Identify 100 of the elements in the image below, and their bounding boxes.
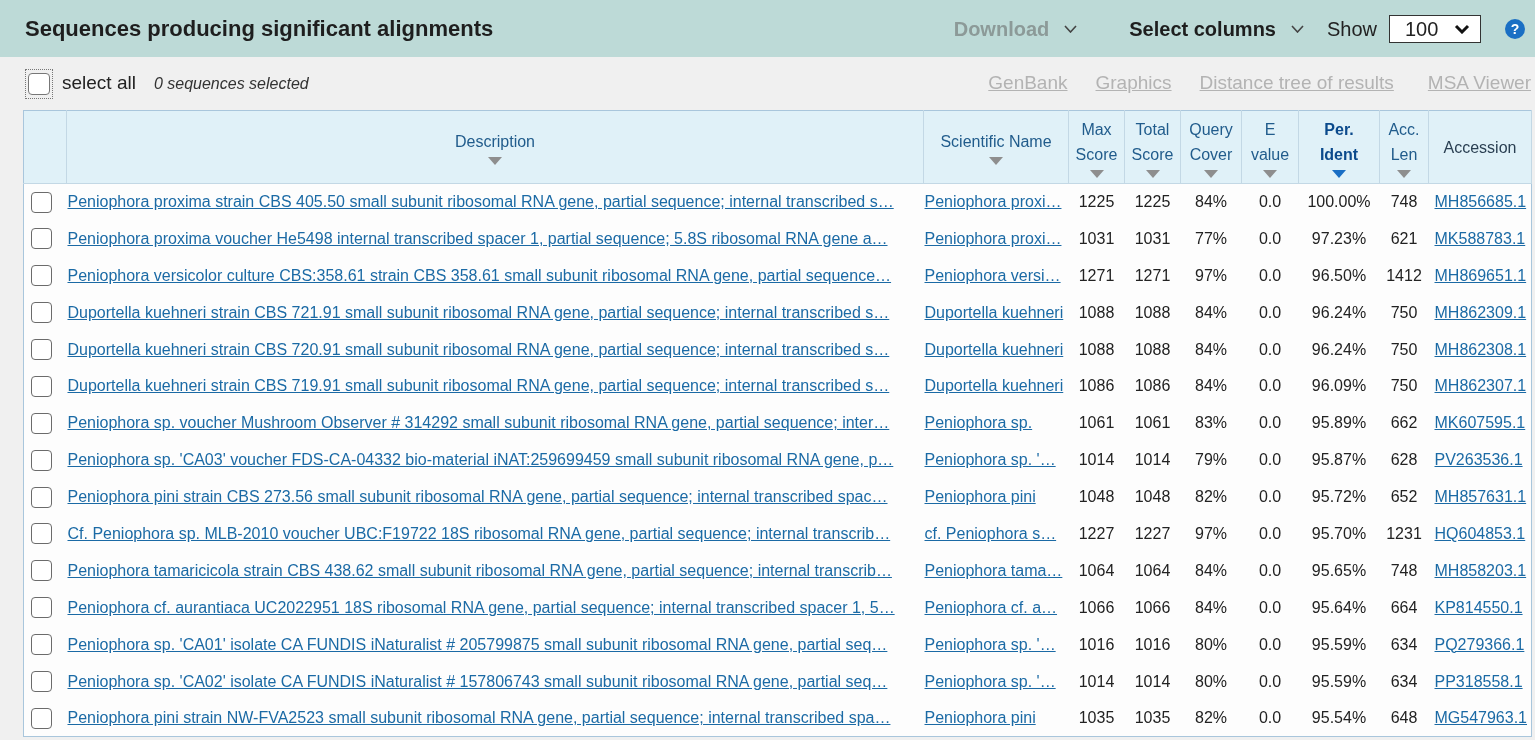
table-cell: 1016 <box>1068 626 1125 664</box>
description-link[interactable]: Peniophora sp. 'CA01' isolate CA FUNDIS iNaturalist # 205799875 small subunit ribosomal RNA gene, partial seq… <box>67 635 888 653</box>
table-cell: 1048 <box>1124 478 1181 516</box>
sort-icon <box>1204 169 1218 178</box>
caret-icon <box>1290 24 1304 33</box>
table-cell: 97% <box>1180 257 1242 295</box>
description-link[interactable]: Peniophora pini strain NW-FVA2523 small subunit ribosomal RNA gene, partial sequence; internal transcribed spa… <box>67 709 891 727</box>
accession-link[interactable]: MH869651.1 <box>1434 266 1527 284</box>
table-cell: 1088 <box>1068 331 1125 368</box>
table-cell: 97.23% <box>1298 220 1380 258</box>
scientific-name-link[interactable]: Peniophora cf. a… <box>924 598 1058 616</box>
scientific-name-link[interactable]: Peniophora sp. '… <box>924 451 1056 469</box>
scientific-name-link[interactable]: Peniophora proxi… <box>924 193 1062 211</box>
scientific-name-link[interactable]: Duportella kuehneri <box>924 340 1064 358</box>
table-cell: 748 <box>1379 552 1429 590</box>
accession-link[interactable]: MH857631.1 <box>1434 488 1527 506</box>
accession-link[interactable]: MK607595.1 <box>1434 414 1526 432</box>
row-checkbox[interactable] <box>31 375 52 397</box>
column-header[interactable]: Per. Ident <box>1298 110 1380 184</box>
table-cell: 1031 <box>1068 220 1125 258</box>
column-header[interactable]: Scientific Name <box>923 110 1069 184</box>
scientific-name-link[interactable]: Peniophora versi… <box>924 266 1061 284</box>
description-link[interactable]: Peniophora versicolor culture CBS:358.61 strain CBS 358.61 small subunit ribosomal RNA gene, partial sequence… <box>67 266 892 284</box>
column-header[interactable]: Query Cover <box>1180 110 1242 184</box>
accession-link[interactable]: KP814550.1 <box>1434 598 1523 616</box>
description-link[interactable]: Duportella kuehneri strain CBS 721.91 small subunit ribosomal RNA gene, partial sequence; internal transcribed s… <box>67 303 890 321</box>
scientific-name-link[interactable]: Peniophora tama… <box>924 561 1063 579</box>
table-cell: 95.54% <box>1298 699 1380 737</box>
table-cell: 1014 <box>1124 441 1181 479</box>
row-checkbox[interactable] <box>31 265 52 287</box>
accession-link[interactable]: MH862307.1 <box>1434 377 1527 395</box>
row-checkbox[interactable] <box>31 634 52 656</box>
scientific-name-link[interactable]: cf. Peniophora s… <box>924 524 1057 542</box>
page-size-select[interactable]: 100 <box>1389 14 1481 43</box>
description-link[interactable]: Peniophora sp. voucher Mushroom Observer # 314292 small subunit ribosomal RNA gene, partial sequence; inter… <box>67 414 890 432</box>
table-cell: 634 <box>1379 663 1429 700</box>
table-cell: 634 <box>1379 626 1429 664</box>
accession-link[interactable]: PV263536.1 <box>1434 451 1523 469</box>
table-cell: 1064 <box>1124 552 1181 590</box>
table-cell: 1035 <box>1124 699 1181 737</box>
table-cell: 1088 <box>1068 294 1125 332</box>
row-checkbox[interactable] <box>31 339 52 360</box>
description-link[interactable]: Peniophora pini strain CBS 273.56 small subunit ribosomal RNA gene, partial sequence; internal transcribed spac… <box>67 488 888 506</box>
show-label: Show <box>1326 16 1377 42</box>
row-checkbox[interactable] <box>31 449 52 471</box>
column-header[interactable]: Accession <box>1428 110 1532 184</box>
table-cell: 95.70% <box>1298 515 1380 553</box>
column-header[interactable]: E value <box>1241 110 1299 184</box>
table-cell: 1014 <box>1124 663 1181 700</box>
row-checkbox[interactable] <box>31 597 52 619</box>
scientific-name-link[interactable]: Duportella kuehneri <box>924 377 1064 395</box>
table-cell: 79% <box>1180 441 1242 479</box>
row-checkbox[interactable] <box>31 486 52 508</box>
scientific-name-link[interactable]: Peniophora sp. '… <box>924 672 1056 690</box>
description-link[interactable]: Peniophora proxima voucher He5498 internal transcribed spacer 1, partial sequence; 5.8S ribosomal RNA gene a… <box>67 229 888 247</box>
row-checkbox[interactable] <box>31 523 52 545</box>
table-cell: 750 <box>1379 331 1429 368</box>
row-checkbox[interactable] <box>31 412 52 434</box>
accession-link[interactable]: MG547963.1 <box>1434 709 1527 727</box>
accession-link[interactable]: PQ279366.1 <box>1434 635 1525 653</box>
column-header[interactable]: Acc. Len <box>1379 110 1429 184</box>
row-checkbox[interactable] <box>31 560 52 582</box>
scientific-name-link[interactable]: Duportella kuehneri <box>924 303 1064 321</box>
accession-link[interactable]: HQ604853.1 <box>1434 524 1526 542</box>
table-cell: 1088 <box>1124 331 1181 368</box>
table-cell: 648 <box>1379 699 1429 737</box>
accession-link[interactable]: MH862308.1 <box>1434 340 1527 358</box>
description-link[interactable]: Peniophora sp. 'CA03' voucher FDS-CA-04332 bio-material iNAT:259699459 small subunit ribosomal RNA gene, p… <box>67 451 894 469</box>
column-header[interactable]: Total Score <box>1124 110 1181 184</box>
row-checkbox[interactable] <box>31 228 52 250</box>
help-button[interactable]: ? <box>1505 18 1525 39</box>
row-checkbox[interactable] <box>31 707 52 729</box>
description-link[interactable]: Duportella kuehneri strain CBS 720.91 small subunit ribosomal RNA gene, partial sequence; internal transcribed s… <box>67 340 890 358</box>
description-link[interactable]: Duportella kuehneri strain CBS 719.91 small subunit ribosomal RNA gene, partial sequence; internal transcribed s… <box>67 377 890 395</box>
description-link[interactable]: Peniophora sp. 'CA02' isolate CA FUNDIS iNaturalist # 157806743 small subunit ribosomal RNA gene, partial seq… <box>67 672 888 690</box>
select-columns-button[interactable]: Select columns <box>1129 13 1304 44</box>
scientific-name-link[interactable]: Peniophora sp. '… <box>924 635 1056 653</box>
scientific-name-link[interactable]: Peniophora pini <box>924 709 1036 727</box>
table-cell: 95.65% <box>1298 552 1380 590</box>
accession-link[interactable]: PP318558.1 <box>1434 672 1523 690</box>
table-cell: 1061 <box>1068 404 1125 442</box>
table-cell: 95.59% <box>1298 626 1380 664</box>
accession-link[interactable]: MK588783.1 <box>1434 229 1526 247</box>
description-link[interactable]: Cf. Peniophora sp. MLB-2010 voucher UBC:F19722 18S ribosomal RNA gene, partial sequence; internal transcrib… <box>67 524 891 542</box>
scientific-name-link[interactable]: Peniophora proxi… <box>924 229 1062 247</box>
scientific-name-link[interactable]: Peniophora pini <box>924 488 1036 506</box>
accession-link[interactable]: MH862309.1 <box>1434 303 1527 321</box>
row-checkbox[interactable] <box>31 671 52 692</box>
column-header[interactable]: Max Score <box>1068 110 1125 184</box>
row-checkbox[interactable] <box>31 302 52 324</box>
table-cell: 1412 <box>1379 257 1429 295</box>
description-link[interactable]: Peniophora proxima strain CBS 405.50 small subunit ribosomal RNA gene, partial sequence; internal transcribed s… <box>67 193 894 211</box>
description-link[interactable]: Peniophora cf. aurantiaca UC2022951 18S ribosomal RNA gene, partial sequence; internal transcribed spacer 1, 5… <box>67 598 895 616</box>
row-checkbox[interactable] <box>31 191 52 213</box>
accession-link[interactable]: MH858203.1 <box>1434 561 1527 579</box>
column-header[interactable]: Description <box>66 110 924 184</box>
table-cell: 1225 <box>1068 183 1125 221</box>
accession-link[interactable]: MH856685.1 <box>1434 193 1527 211</box>
description-link[interactable]: Peniophora tamaricicola strain CBS 438.62 small subunit ribosomal RNA gene, partial sequence; internal transcrib… <box>67 561 892 579</box>
scientific-name-link[interactable]: Peniophora sp. <box>924 414 1033 432</box>
